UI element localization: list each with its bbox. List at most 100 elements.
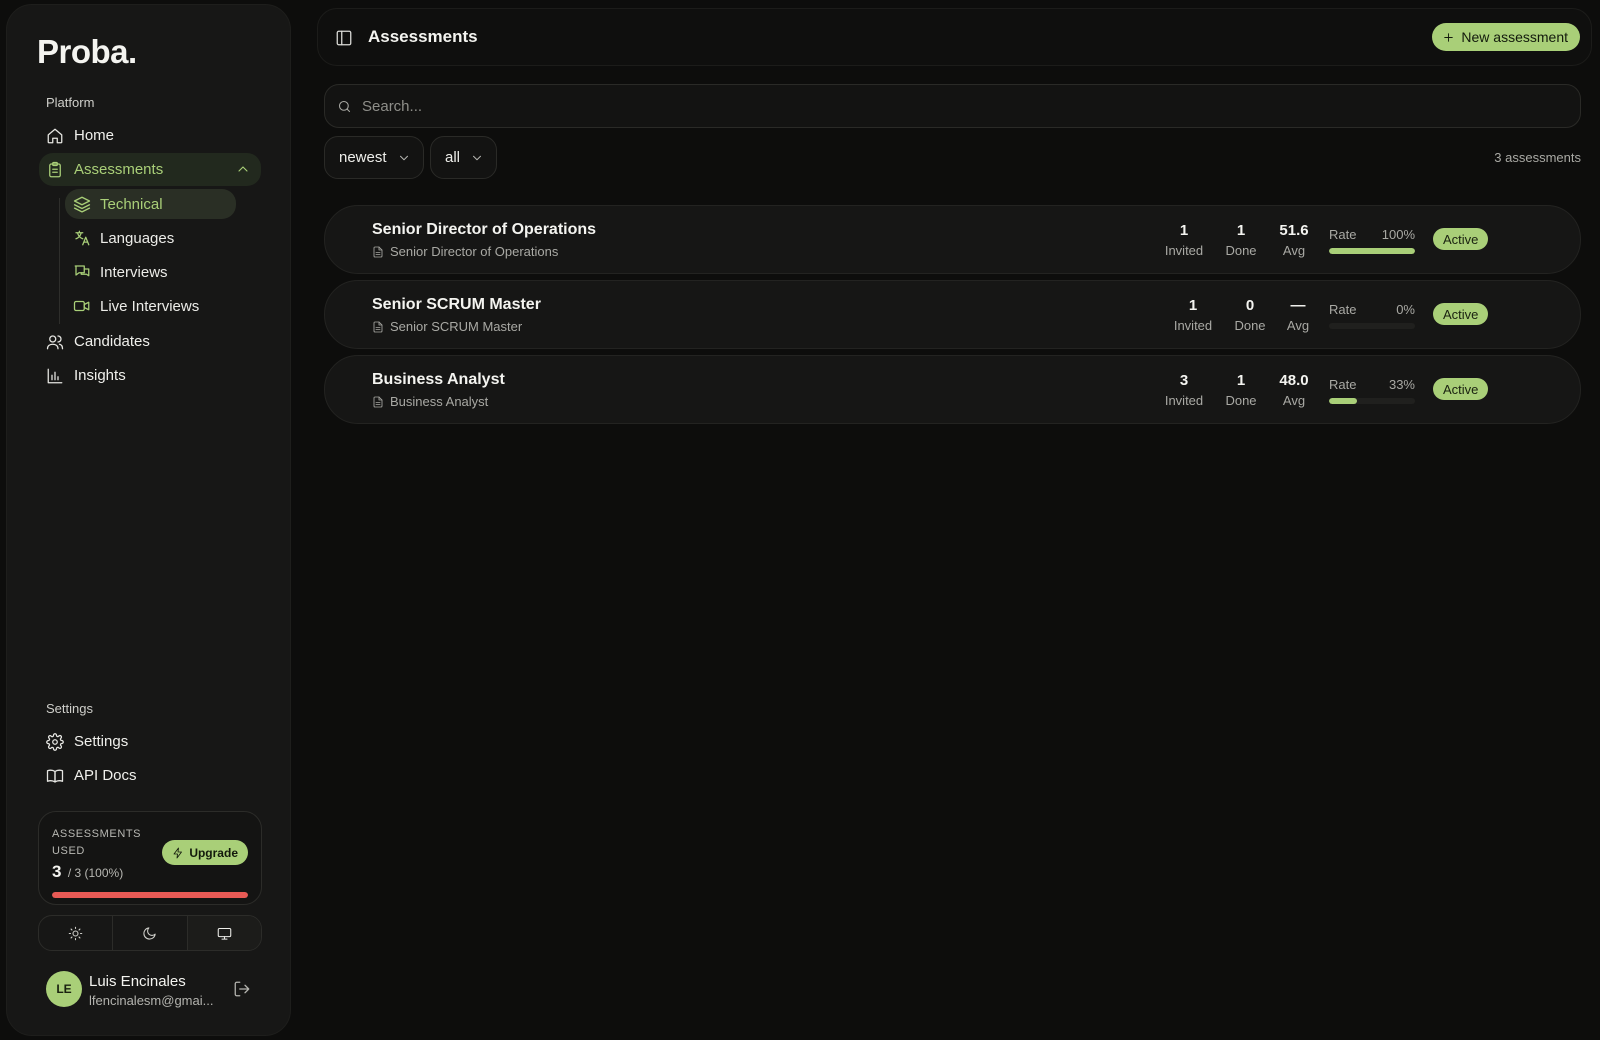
sort-dropdown[interactable]: newest: [324, 136, 424, 179]
stat-value: 3: [1179, 372, 1189, 389]
theme-dark-button[interactable]: [113, 916, 188, 950]
theme-switch: [38, 915, 262, 951]
usage-progress-bar: [52, 892, 248, 898]
rate-value: 33%: [1388, 377, 1415, 392]
sidebar-subitem-label: Technical: [100, 195, 163, 213]
document-icon: [373, 246, 383, 257]
sidebar-subitem-interviews[interactable]: Interviews: [65, 257, 168, 287]
upgrade-button[interactable]: Upgrade: [162, 840, 248, 865]
layers-icon: [73, 196, 91, 213]
stat-label: Done: [1225, 393, 1257, 408]
chevron-down-icon: [473, 155, 482, 160]
usage-total: / 3: [67, 866, 82, 880]
sidebar-item-insights[interactable]: Insights: [39, 359, 126, 392]
stat-value: 0: [1245, 297, 1255, 314]
stat-label: Invited: [1164, 393, 1204, 408]
sidebar-item-label: API Docs: [74, 767, 137, 784]
sidebar-item-label: Insights: [74, 367, 126, 384]
assessment-title: Senior Director of Operations: [372, 221, 597, 238]
search-icon: [338, 100, 351, 112]
sidebar-item-api-docs[interactable]: API Docs: [39, 759, 137, 792]
assessment-subtitle: Senior SCRUM Master: [372, 319, 522, 334]
sidebar-subitem-technical[interactable]: Technical: [65, 189, 236, 219]
assessment-subtitle: Business Analyst: [372, 394, 488, 409]
rate-fill: [1329, 248, 1415, 254]
assessment-subtitle-text: Senior SCRUM Master: [390, 319, 523, 334]
chevron-down-icon: [399, 155, 408, 160]
sun-icon: [68, 926, 83, 940]
stat-value: 1: [1179, 222, 1189, 239]
sidebar-subitem-label: Interviews: [100, 263, 168, 281]
stat-invited: 1 Invited: [1168, 297, 1218, 333]
submenu-line: [59, 198, 60, 324]
usage-used: 3: [52, 862, 62, 881]
search-input[interactable]: [362, 97, 1552, 115]
sidebar-item-assessments[interactable]: Assessments: [39, 153, 261, 186]
assessment-subtitle-text: Business Analyst: [390, 394, 489, 409]
document-icon: [373, 321, 383, 332]
assessment-count: 3 assessments: [1494, 150, 1581, 165]
chat-icon: [74, 265, 90, 277]
assessment-title: Senior SCRUM Master: [372, 296, 541, 313]
stat-label: Avg: [1282, 393, 1306, 408]
status-badge: Active: [1433, 378, 1489, 400]
sidebar-subitem-label: Languages: [100, 229, 175, 247]
rate-label: Rate: [1329, 227, 1357, 242]
theme-system-button[interactable]: [187, 916, 261, 950]
sidebar-item-settings[interactable]: Settings: [39, 725, 128, 758]
search-bar: [324, 84, 1581, 128]
stat-label: Avg: [1286, 318, 1310, 333]
sidebar-item-label: Assessments: [74, 161, 164, 178]
usage-progress-fill: [52, 892, 248, 898]
monitor-icon: [217, 927, 232, 940]
theme-light-button[interactable]: [39, 916, 114, 950]
gear-icon: [46, 732, 64, 751]
platform-section-label: Platform: [46, 95, 95, 110]
top-bar: Assessments New assessment: [317, 8, 1592, 66]
new-assessment-label: New assessment: [1461, 29, 1568, 45]
stat-label: Avg: [1282, 243, 1306, 258]
new-assessment-button[interactable]: New assessment: [1432, 23, 1580, 51]
home-icon: [47, 128, 63, 143]
status-badge: Active: [1433, 303, 1489, 325]
status-value: all: [445, 149, 461, 166]
chevron-up-icon[interactable]: [235, 161, 251, 177]
logout-icon[interactable]: [233, 980, 251, 998]
assessment-card[interactable]: Senior Director of Operations Senior Dir…: [324, 205, 1581, 274]
assessment-card[interactable]: Business Analyst Business Analyst 3 Invit…: [324, 355, 1581, 424]
upgrade-label: Upgrade: [189, 845, 238, 860]
sidebar-subitem-languages[interactable]: Languages: [65, 223, 174, 253]
stat-value: —: [1290, 297, 1306, 314]
stat-value: 1: [1188, 297, 1198, 314]
stat-done: 0 Done: [1225, 297, 1275, 333]
stat-invited: 1 Invited: [1159, 222, 1209, 258]
stat-label: Invited: [1164, 243, 1204, 258]
assessment-card[interactable]: Senior SCRUM Master Senior SCRUM Master …: [324, 280, 1581, 349]
sidebar-item-candidates[interactable]: Candidates: [39, 325, 150, 358]
status-dropdown[interactable]: all: [430, 136, 498, 179]
sidebar-item-home[interactable]: Home: [39, 119, 114, 152]
users-icon: [46, 334, 64, 349]
stat-invited: 3 Invited: [1159, 372, 1209, 408]
usage-card: ASSESSMENTS USED 3 / 3 (100%) Upgrade: [38, 811, 262, 905]
assessment-subtitle-text: Senior Director of Operations: [390, 244, 559, 259]
sidebar: Proba. Platform Home Assessments Technic…: [6, 4, 291, 1036]
book-icon: [46, 769, 64, 783]
avatar[interactable]: LE: [46, 971, 82, 1007]
user-name: Luis Encinales: [89, 973, 186, 990]
video-icon: [73, 300, 90, 312]
rate-fill: [1329, 398, 1358, 404]
sidebar-toggle-icon[interactable]: [335, 29, 353, 47]
rate-bar: [1329, 248, 1415, 254]
status-badge: Active: [1433, 228, 1489, 250]
usage-title: ASSESSMENTS USED: [52, 828, 142, 857]
sidebar-item-label: Settings: [74, 733, 129, 750]
sidebar-subitem-live-interviews[interactable]: Live Interviews: [65, 291, 199, 321]
stat-avg: 48.0 Avg: [1269, 372, 1319, 408]
app-logo[interactable]: Proba.: [37, 33, 137, 71]
user-email: lfencinalesm@gmai...: [89, 993, 214, 1008]
document-icon: [373, 396, 383, 407]
lightning-icon: [173, 847, 183, 858]
assessment-title: Business Analyst: [372, 371, 505, 388]
stat-avg: — Avg: [1273, 297, 1323, 333]
